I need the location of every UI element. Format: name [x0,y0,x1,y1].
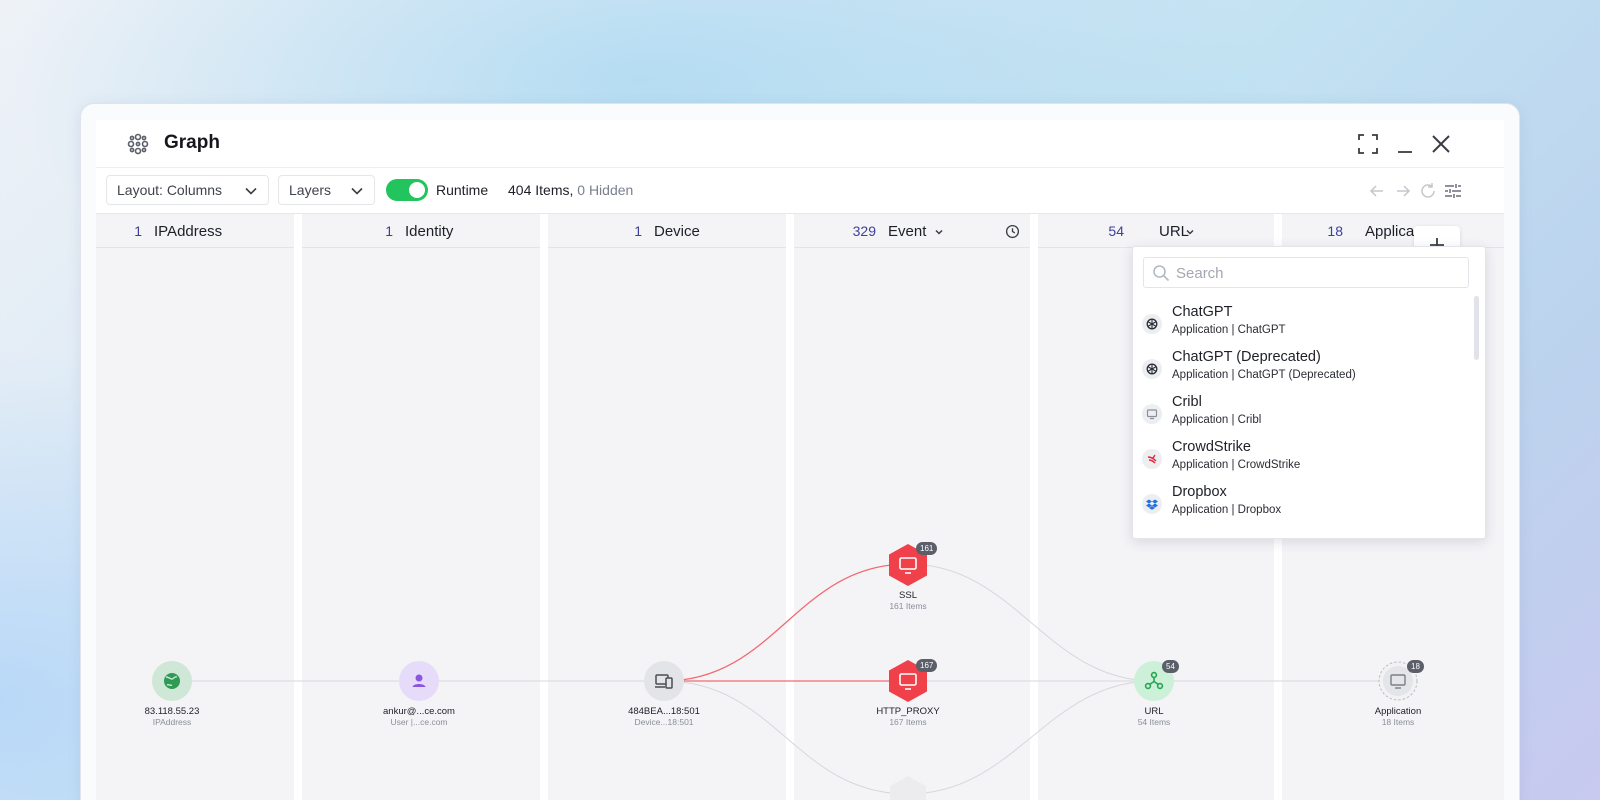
count-badge: 161 [916,542,938,555]
list-item-cribl[interactable]: Cribl Application | Cribl [1133,389,1463,433]
chevron-down-icon [351,187,363,195]
node-sub: 18 Items [1381,717,1415,727]
node-sub: 167 Items [889,717,927,727]
search-box [1143,257,1469,288]
list-item-name: ChatGPT [1172,304,1233,320]
list-item-chatgpt[interactable]: ChatGPT Application | ChatGPT [1133,299,1463,343]
user-icon [399,661,439,701]
node-label: HTTP_PROXY [876,706,940,717]
close-icon[interactable] [1429,132,1453,156]
node-sub: User |...ce.com [390,717,448,727]
layers-dropdown[interactable]: Layers [278,175,375,205]
search-input[interactable] [1176,262,1461,284]
runtime-toggle[interactable] [386,179,428,201]
layers-dropdown-label: Layers [289,182,332,198]
node-label: URL [1144,706,1164,717]
node-label: 83.118.55.23 [144,706,200,717]
layout-dropdown[interactable]: Layout: Columns [106,175,269,205]
list-item-sub: Application | Cribl [1172,414,1262,426]
hidden-count: 0 Hidden [577,182,634,198]
list-item-name: ChatGPT (Deprecated) [1172,349,1321,365]
ssl-node[interactable]: 161 [888,542,938,586]
minimize-icon[interactable] [1393,132,1417,156]
list-item-sub: Application | ChatGPT (Deprecated) [1172,369,1356,381]
search-icon [1153,265,1170,282]
node-sub: 54 Items [1137,717,1171,727]
count-badge: 54 [1162,660,1179,673]
title-bar: Graph [96,120,1504,168]
list-item-chatgpt-deprecated[interactable]: ChatGPT (Deprecated) Application | ChatG… [1133,344,1463,388]
list-item-name: CrowdStrike [1172,439,1251,455]
identity-node[interactable] [399,661,439,701]
http-proxy-node[interactable]: 167 [888,659,938,702]
crowdstrike-icon [1142,449,1162,469]
item-counts: 404 Items, 0 Hidden [508,182,633,198]
edge [663,563,909,682]
list-item-sub: Application | CrowdStrike [1172,459,1301,471]
toggle-knob [409,182,425,198]
node-sub: Device...18:501 [634,717,694,727]
graph-app-icon [127,133,149,155]
runtime-label: Runtime [436,182,489,198]
node-sub: 161 Items [889,601,927,611]
node-label: ankur@...ce.com [383,706,455,717]
edge [907,680,1155,795]
scrollbar-thumb[interactable] [1474,296,1479,360]
devices-icon [644,661,684,701]
refresh-icon[interactable] [1418,181,1438,201]
application-node[interactable]: 18 [1378,660,1424,701]
list-item-dropbox[interactable]: Dropbox Application | Dropbox [1133,479,1463,523]
filter-settings-icon[interactable] [1443,181,1463,201]
back-arrow-icon[interactable] [1367,181,1387,201]
edge [907,563,1155,682]
layout-dropdown-label: Layout: Columns [117,182,223,198]
list-item-sub: Application | Dropbox [1172,504,1282,516]
count-badge: 18 [1407,660,1424,673]
ipaddress-node[interactable] [152,661,192,701]
chevron-down-icon [245,187,257,195]
window-title: Graph [164,132,220,153]
count-badge: 167 [916,659,938,672]
node-label: 484BEA...18:501 [628,706,700,717]
event-node-partial [890,776,926,800]
node-label: Application [1374,706,1422,717]
search-panel: ChatGPT Application | ChatGPT ChatGPT (D… [1132,246,1486,539]
monitor-icon [1142,404,1162,424]
chatgpt-icon [1142,314,1162,334]
forward-arrow-icon[interactable] [1393,181,1413,201]
node-label: SSL [899,590,917,601]
globe-icon [152,661,192,701]
url-node[interactable]: 54 [1134,660,1179,701]
dropbox-icon [1142,494,1162,514]
device-node[interactable] [644,661,684,701]
list-item-sub: Application | ChatGPT [1172,324,1286,336]
node-sub: IPAddress [152,717,192,727]
edge [663,680,909,795]
fullscreen-icon[interactable] [1356,132,1380,156]
items-count: 404 Items, [508,182,574,198]
list-item-crowdstrike[interactable]: CrowdStrike Application | CrowdStrike [1133,434,1463,478]
list-item-name: Cribl [1172,394,1202,410]
toolbar: Layout: Columns Layers Runtime 404 Items… [96,168,1504,214]
list-item-name: Dropbox [1172,484,1227,500]
chatgpt-icon [1142,359,1162,379]
